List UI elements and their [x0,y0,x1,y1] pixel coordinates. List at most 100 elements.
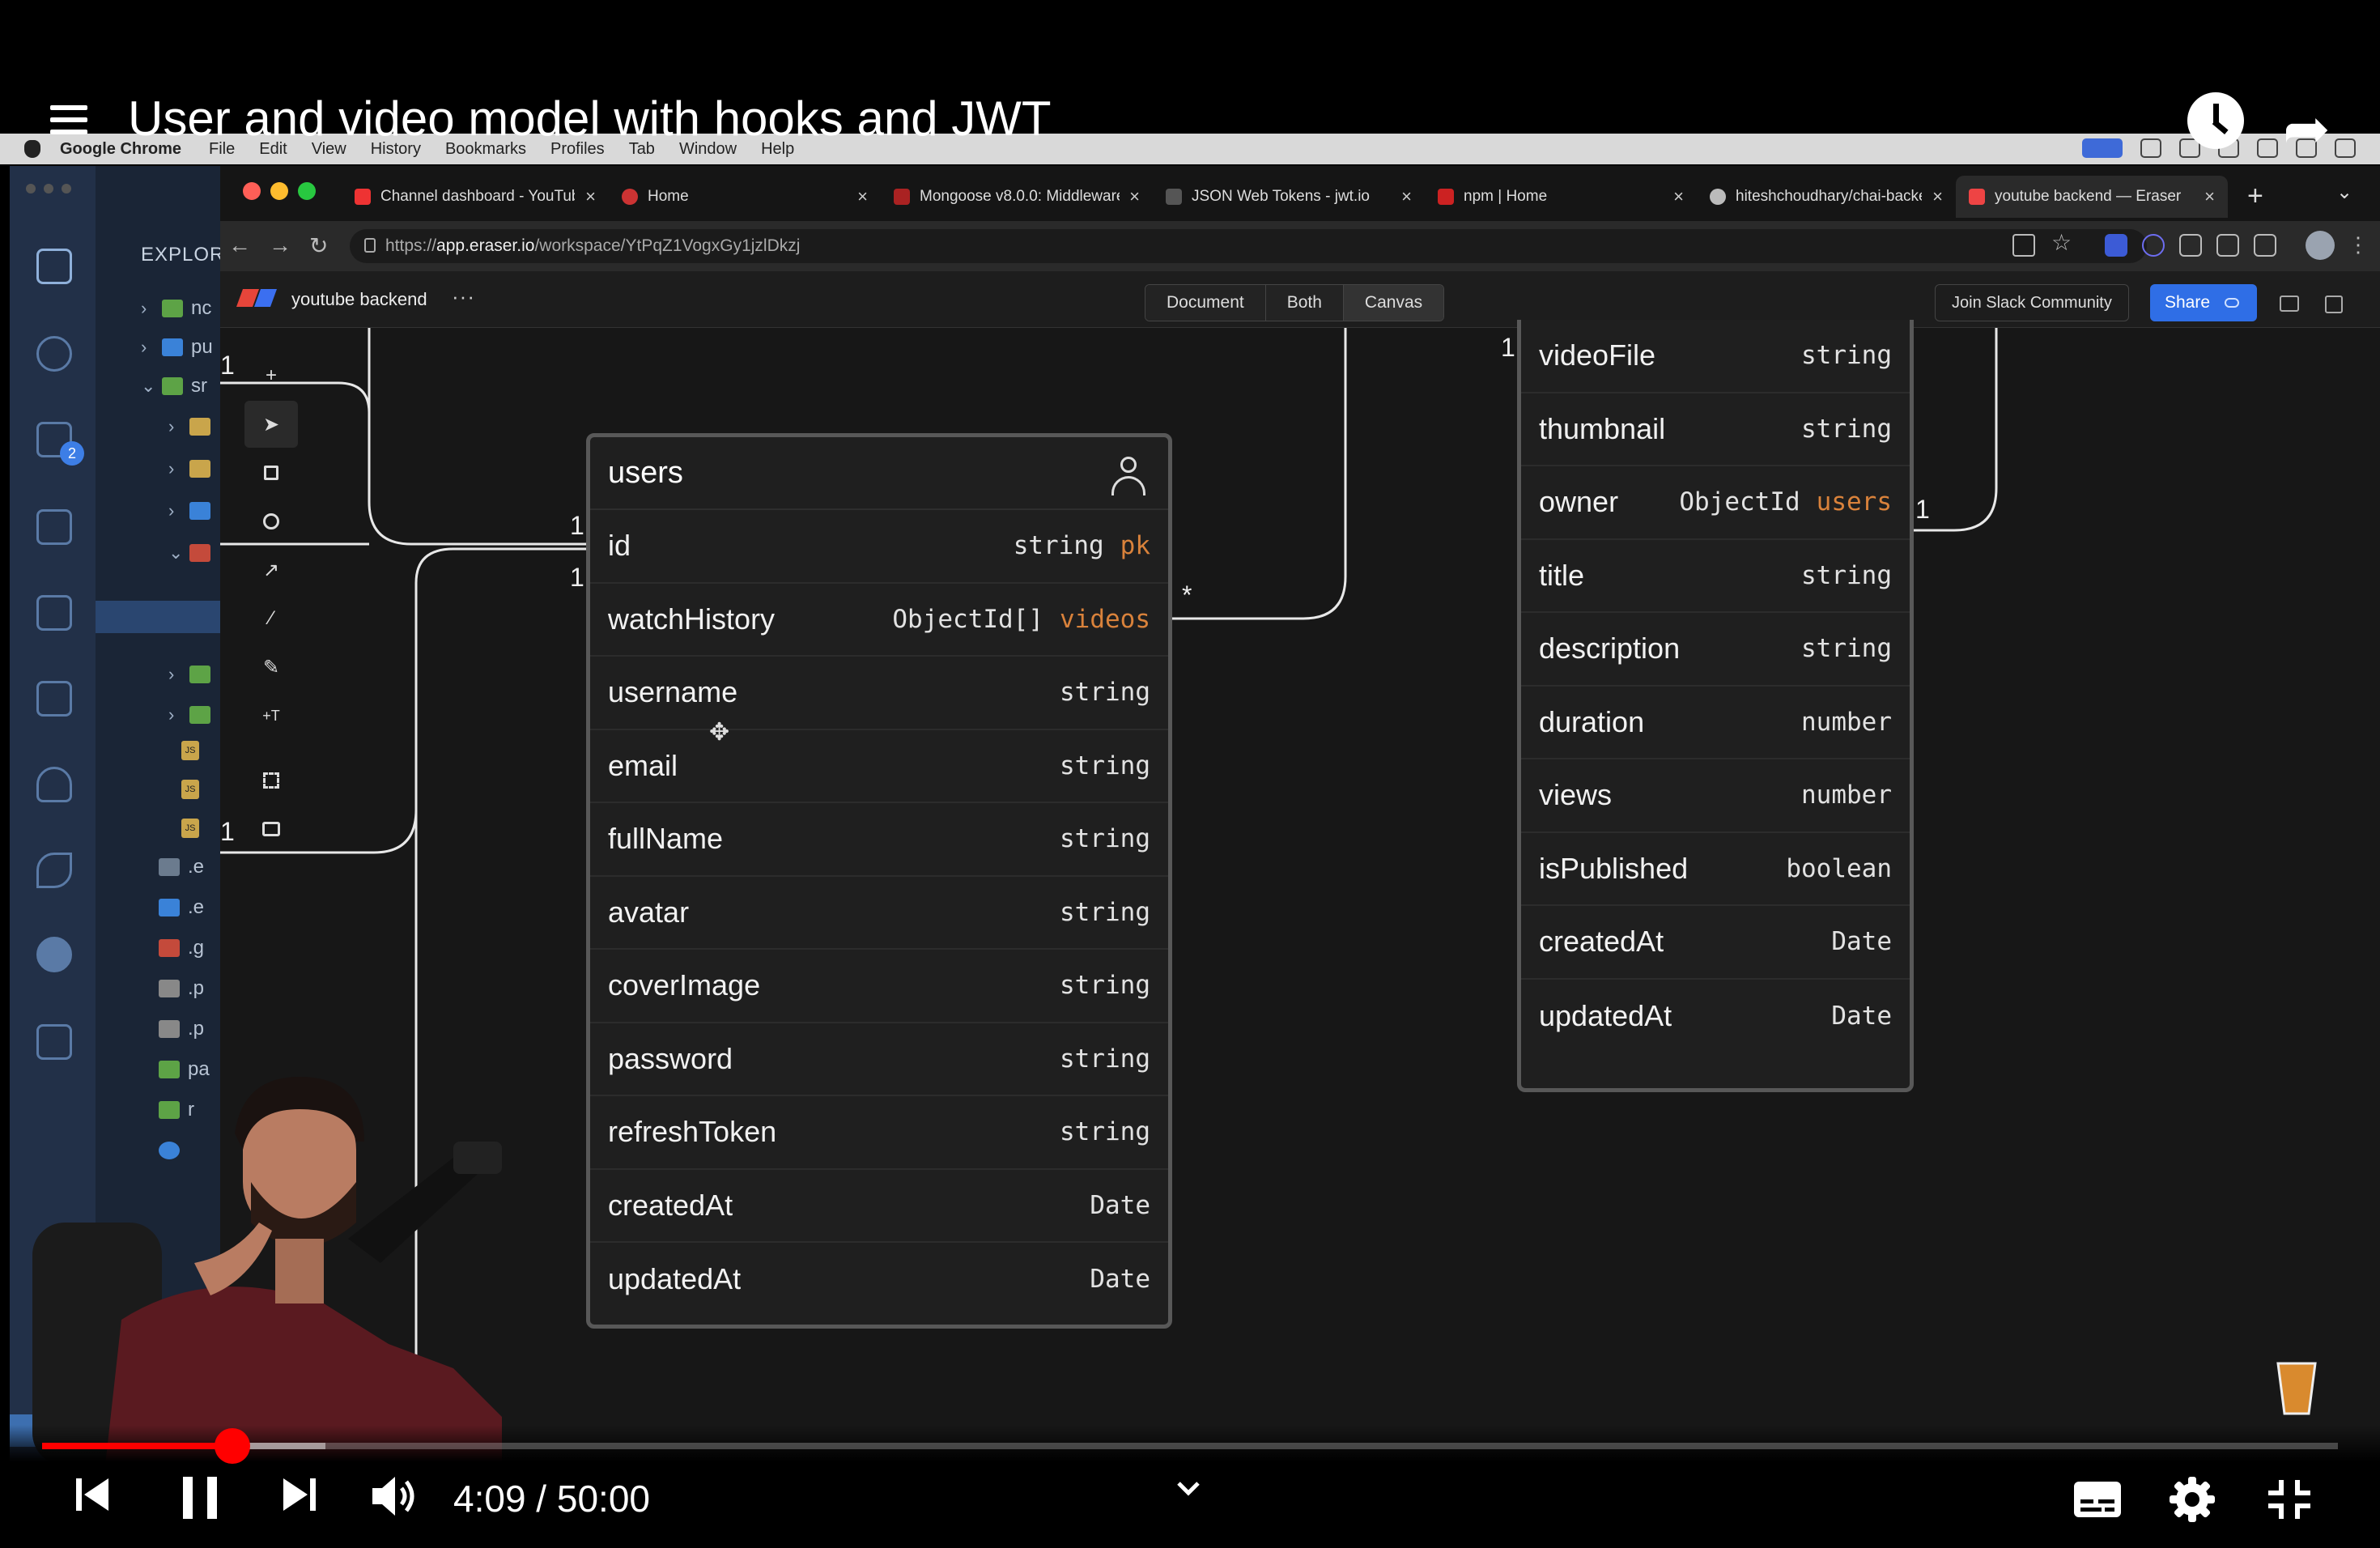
table-header[interactable]: users [590,437,1168,510]
comment-tool-icon[interactable] [244,806,298,853]
progress-scrubber[interactable] [215,1428,250,1464]
view-canvas-button[interactable]: Canvas [1343,285,1444,321]
table-row[interactable]: title string [1521,540,1910,613]
chrome-menu-icon[interactable]: ⋮ [2348,232,2369,257]
download-icon[interactable] [2216,234,2239,257]
close-tab-icon[interactable]: × [1932,186,1943,207]
table-row[interactable]: avatar string [590,877,1168,950]
table-row[interactable]: owner ObjectId users [1521,466,1910,540]
table-row[interactable]: views number [1521,759,1910,833]
maximize-window-icon[interactable] [298,182,316,200]
line-tool-icon[interactable]: ⁄ [244,595,298,642]
more-options-icon[interactable]: ··· [452,284,475,309]
table-row[interactable]: thumbnail string [1521,393,1910,466]
files-icon[interactable] [36,249,72,284]
table-row[interactable]: email string [590,730,1168,803]
address-bar[interactable]: https://app.eraser.io/workspace/YtPqZ1Vo… [350,229,2147,263]
minimize-window-icon[interactable] [270,182,288,200]
view-document-button[interactable]: Document [1145,285,1266,321]
tab-channel-dashboard[interactable]: Channel dashboard - YouTube × [342,176,609,218]
share-page-icon[interactable] [2012,234,2035,257]
table-row[interactable]: createdAt Date [590,1170,1168,1243]
tree-folder[interactable]: › pu [141,333,220,362]
close-tab-icon[interactable]: × [2204,186,2215,207]
extensions-icon[interactable] [36,595,72,631]
close-tab-icon[interactable]: × [1401,186,1412,207]
tab-github[interactable]: hiteshchoudhary/chai-backend × [1697,176,1956,218]
mongodb-icon[interactable] [36,853,72,888]
progress-bar[interactable] [42,1443,2338,1449]
profile-avatar[interactable] [2306,231,2335,260]
text-tool-icon[interactable]: +T [244,692,298,739]
table-row[interactable]: description string [1521,613,1910,687]
table-row[interactable]: videoFile string [1521,320,1910,393]
new-tab-icon[interactable]: + [2247,181,2263,212]
tree-folder[interactable]: ⌄ sr [141,372,220,401]
close-tab-icon[interactable]: × [1129,186,1140,207]
table-row[interactable]: createdAt Date [1521,906,1910,980]
extensions-puzzle-icon[interactable] [2179,234,2202,257]
extension-icon[interactable] [2105,234,2127,257]
tab-mongoose[interactable]: Mongoose v8.0.0: Middleware × [881,176,1153,218]
join-slack-button[interactable]: Join Slack Community [1935,284,2129,321]
select-tool-icon[interactable]: ➤ [244,401,298,448]
table-row[interactable]: watchHistory ObjectId[] videos [590,584,1168,657]
extension-icon[interactable] [2142,234,2165,257]
ellipse-tool-icon[interactable] [244,498,298,545]
frame-tool-icon[interactable] [244,757,298,804]
extension-icon[interactable] [36,937,72,972]
eraser-logo-icon[interactable] [236,289,278,307]
videos-table[interactable]: videoFile string thumbnail string owner Objec… [1517,320,1914,1092]
forward-icon[interactable]: → [269,232,291,258]
close-tab-icon[interactable]: × [857,186,868,207]
table-row[interactable]: coverImage string [590,950,1168,1023]
table-row[interactable]: fullName string [590,803,1168,877]
side-panel-icon[interactable] [2254,234,2276,257]
table-row[interactable]: duration number [1521,687,1910,759]
tab-eraser[interactable]: youtube backend — Eraser × [1956,176,2228,218]
document-name[interactable]: youtube backend [291,289,427,310]
view-both-button[interactable]: Both [1265,285,1344,321]
share-icon[interactable]: ➦ [2283,96,2331,162]
panel-toggle-icon[interactable] [2325,296,2343,313]
menu-icon[interactable] [50,105,87,134]
comment-icon[interactable] [2280,296,2299,312]
rectangle-tool-icon[interactable] [244,449,298,496]
arrow-tool-icon[interactable]: ↗ [244,546,298,593]
video-title[interactable]: User and video model with hooks and JWT [128,91,1052,147]
close-tab-icon[interactable]: × [1673,186,1684,207]
bookmark-star-icon[interactable]: ☆ [2051,229,2074,255]
close-window-icon[interactable] [243,182,261,200]
tab-npm[interactable]: npm | Home × [1425,176,1697,218]
pen-tool-icon[interactable]: ✎ [244,644,298,691]
reload-icon[interactable]: ↻ [309,232,328,259]
table-row[interactable]: isPublished boolean [1521,833,1910,906]
table-row[interactable]: id string pk [590,510,1168,584]
captions-icon[interactable] [2074,1482,2121,1517]
settings-gear-icon[interactable] [2170,1477,2215,1522]
add-tool-icon[interactable]: + [244,352,298,399]
table-row[interactable]: refreshToken string [590,1096,1168,1170]
remote-explorer-icon[interactable] [36,681,72,717]
tab-home[interactable]: Home × [609,176,881,218]
previous-icon[interactable] [73,1475,112,1514]
tab-jwt[interactable]: JSON Web Tokens - jwt.io × [1153,176,1425,218]
watch-later-icon[interactable] [2187,92,2244,149]
table-row[interactable]: username string [590,657,1168,730]
next-icon[interactable] [280,1475,319,1514]
exit-fullscreen-icon[interactable] [2267,1478,2312,1520]
table-row[interactable]: password string [590,1023,1168,1096]
chat-icon[interactable] [36,1024,72,1060]
table-row[interactable]: updatedAt Date [590,1243,1168,1316]
share-button[interactable]: Share [2150,284,2257,321]
volume-icon[interactable] [371,1475,416,1517]
pause-icon[interactable] [180,1475,220,1520]
tree-folder[interactable]: › nc [141,294,220,323]
tab-search-chevron-icon[interactable]: ⌄ [2336,181,2352,204]
chevron-down-icon[interactable] [1174,1474,1203,1503]
diagram-canvas[interactable]: + ➤ ↗ ⁄ ✎ +T 1 1 1 1 1 1 * 1 * 1 [220,320,2380,1461]
search-icon[interactable] [36,336,72,372]
close-tab-icon[interactable]: × [585,186,596,207]
users-table[interactable]: users id string pk watchHistory ObjectId[] vi… [586,433,1172,1329]
video-player[interactable]: Google Chrome File Edit View History Boo… [0,0,2380,1548]
